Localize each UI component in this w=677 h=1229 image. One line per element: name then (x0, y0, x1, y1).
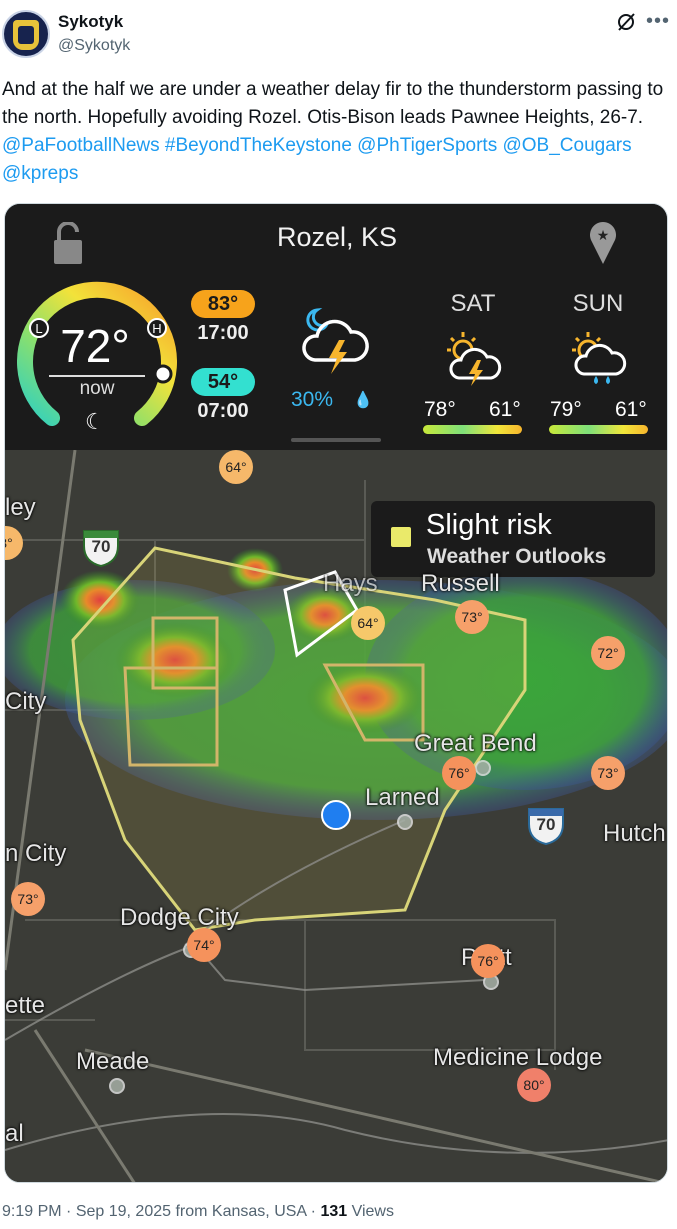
more-options-icon[interactable]: ••• (646, 10, 670, 33)
tweet-header: Sykotyk @Sykotyk ••• (0, 0, 677, 70)
city-label: Medicine Lodge (433, 1044, 603, 1071)
temp-marker: 73° (455, 600, 489, 634)
forecast-temp-bar (549, 425, 648, 434)
drag-handle[interactable] (291, 438, 381, 442)
interstate-number: 70 (91, 537, 111, 556)
legend-title: Slight risk (426, 509, 552, 541)
weather-panel: Rozel, KS ★ L H 72° now ☾ 83° 17:00 54° … (5, 204, 667, 450)
rain-drops-icon: 💧 (353, 392, 373, 409)
forecast-low: 61° (615, 398, 647, 421)
current-location-marker[interactable] (321, 800, 351, 830)
tweet-meta: 9:19 PM · Sep 19, 2025 from Kansas, USA … (2, 1203, 394, 1221)
forecast-temp-bar (423, 425, 522, 434)
hashtag-link[interactable]: #BeyondTheKeystone (165, 135, 352, 156)
legend-slight-risk: Slight risk Weather Outlooks (371, 501, 655, 577)
location-pin-icon: ★ (590, 222, 616, 264)
tweet-text: And at the half we are under a weather d… (2, 76, 670, 188)
city-label: al (5, 1120, 24, 1147)
forecast-low: 61° (489, 398, 521, 421)
mention-link[interactable]: @PaFootballNews (2, 135, 160, 156)
grok-icon[interactable] (615, 11, 637, 33)
views-label: Views (351, 1203, 394, 1220)
sun-cloud-lightning-icon (447, 332, 502, 386)
city-label: Hays (323, 570, 378, 597)
city-label: ley (5, 494, 36, 521)
temp-marker: 76° (442, 756, 476, 790)
city-label: Hutch (603, 820, 666, 847)
tweet-body: And at the half we are under a weather d… (2, 79, 664, 128)
temp-marker: 74° (187, 928, 221, 962)
avatar[interactable] (2, 10, 50, 58)
views-count: 131 (320, 1203, 348, 1220)
moon-cloud-lightning-icon (302, 308, 369, 374)
svg-text:★: ★ (597, 227, 610, 243)
precip-chance: 30% (291, 388, 334, 411)
city-label: City (5, 688, 47, 715)
temp-marker: 73° (591, 756, 625, 790)
forecast-high: 78° (424, 398, 456, 421)
mention-link[interactable]: @kpreps (2, 163, 78, 184)
current-temperature: 72° (60, 320, 130, 372)
forecast-day-label: SUN (572, 290, 624, 317)
separator: · (66, 1203, 72, 1220)
city-label: Great Bend (414, 730, 537, 757)
gauge-low-marker: L (35, 321, 42, 336)
city-label: Russell (421, 570, 500, 597)
tweet-date[interactable]: Sep 19, 2025 (76, 1203, 171, 1220)
city-label: Larned (365, 784, 440, 811)
city-label: Meade (76, 1048, 150, 1075)
city-label: ette (5, 992, 46, 1019)
display-name[interactable]: Sykotyk (58, 12, 123, 32)
interstate-shield: 70 (526, 806, 566, 846)
low-temp-badge: 54° (191, 368, 255, 396)
temp-marker: 76° (471, 944, 505, 978)
mention-link[interactable]: @OB_Cougars (502, 135, 631, 156)
moon-icon: ☾ (85, 409, 105, 434)
town-marker (109, 1078, 125, 1094)
high-temp-badge: 83° (191, 290, 255, 318)
divider (49, 375, 145, 377)
interstate-shield: 70 (81, 528, 121, 568)
tweet-image[interactable]: Rozel, KS ★ L H 72° now ☾ 83° 17:00 54° … (4, 203, 668, 1183)
city-label: n City (5, 840, 67, 867)
legend-subtitle: Weather Outlooks (427, 545, 607, 568)
temp-marker: 72° (591, 636, 625, 670)
sun-cloud-rain-icon (572, 332, 627, 384)
town-marker (475, 760, 491, 776)
tweet-location: from Kansas, USA (175, 1203, 307, 1220)
avatar-face (18, 26, 34, 44)
forecast-high: 79° (550, 398, 582, 421)
mention-link[interactable]: @PhTigerSports (357, 135, 497, 156)
temp-marker: 80° (517, 1068, 551, 1102)
now-label: now (79, 378, 115, 399)
user-handle[interactable]: @Sykotyk (58, 37, 130, 55)
temp-marker: 64° (219, 450, 253, 484)
temp-marker: 64° (351, 606, 385, 640)
tweet-time[interactable]: 9:19 PM (2, 1203, 62, 1220)
forecast-day-label: SAT (450, 290, 496, 317)
separator: · (310, 1203, 316, 1220)
high-time: 17:00 (197, 322, 249, 344)
legend-swatch (391, 527, 411, 547)
town-marker (397, 814, 413, 830)
gauge-high-marker: H (152, 321, 161, 336)
interstate-number: 70 (536, 815, 556, 834)
location-title: Rozel, KS (276, 222, 398, 252)
radar-map[interactable]: Slight risk Weather Outlooks 70 70 ley C… (5, 450, 667, 1182)
low-time: 07:00 (197, 400, 249, 422)
temp-marker: 73° (11, 882, 45, 916)
city-label: Dodge City (120, 904, 239, 931)
